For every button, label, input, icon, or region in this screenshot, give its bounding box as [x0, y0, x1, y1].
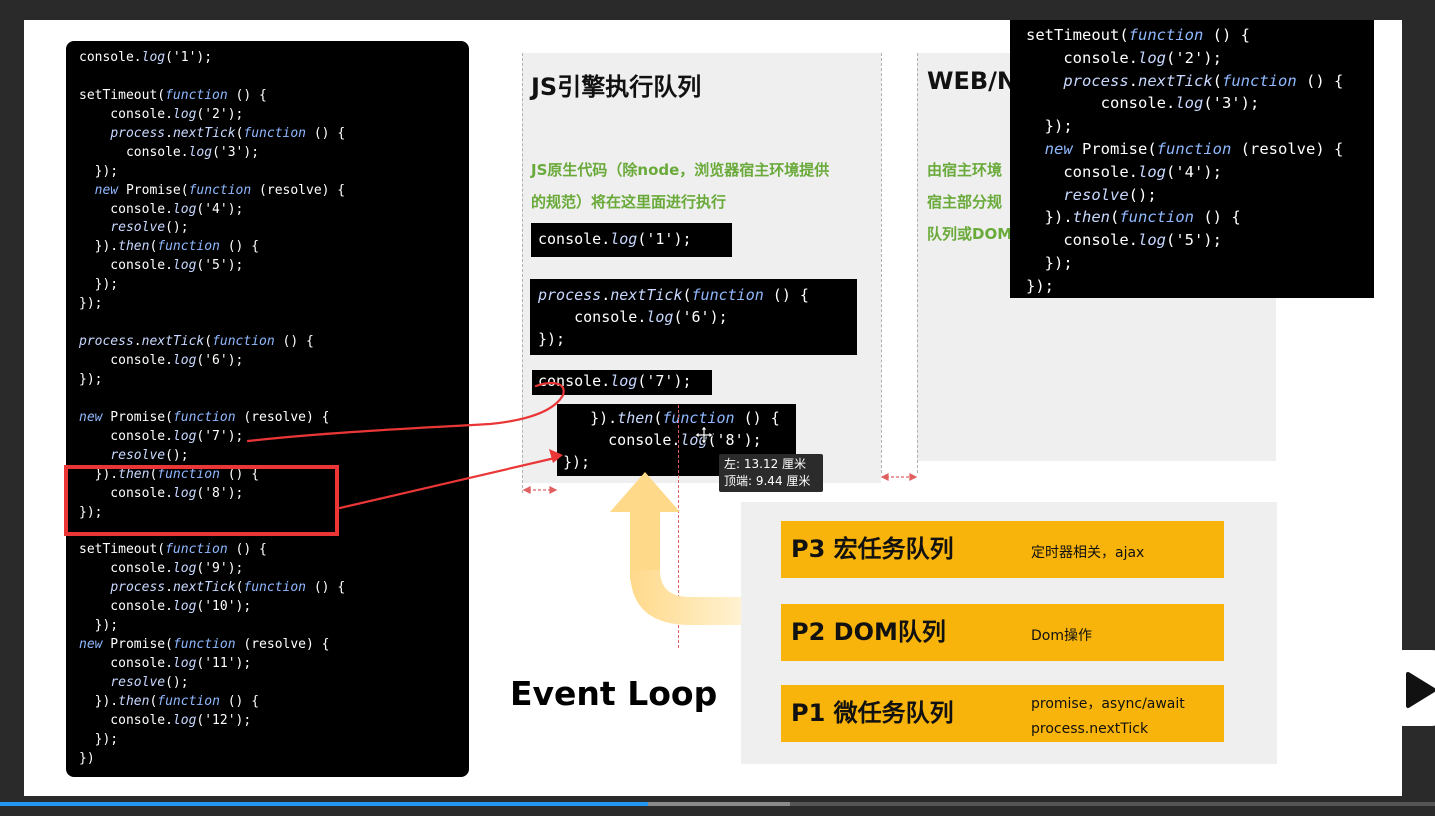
queue-name: P3 宏任务队列: [791, 535, 954, 563]
code-line: console.log('12');: [79, 712, 252, 728]
video-progress-bar[interactable]: [0, 802, 1435, 806]
code-line: });: [538, 330, 566, 348]
code-line: console.log('5');: [1026, 231, 1222, 250]
code-line: });: [1026, 117, 1073, 136]
column-divider: [522, 53, 523, 493]
queue-note: promise，async/await: [1031, 696, 1185, 712]
code-line: console.log('5');: [79, 258, 244, 274]
annotation-arrows: [246, 381, 565, 510]
code-line: console.log('8');: [563, 431, 762, 449]
code-line: resolve();: [110, 220, 189, 236]
js-engine-description: JS原生代码（除node，浏览器宿主环境提供 的规范）将在这里面进行执行: [531, 154, 876, 218]
code-line: setTimeout(function () {: [79, 87, 267, 103]
code-line: console.log('2');: [79, 106, 244, 122]
tooltip-top: 顶端: 9.44 厘米: [724, 474, 811, 488]
code-line: new Promise(function (resolve) {: [1044, 139, 1344, 158]
desc-line: JS原生代码（除node，浏览器宿主环境提供: [531, 161, 830, 179]
code-line: });: [79, 618, 119, 634]
code-line: }).then(function () {: [563, 409, 780, 427]
code-line: process.nextTick(function () {: [538, 286, 809, 304]
move-cursor-icon: [694, 425, 714, 445]
code-line: process.nextTick(function () {: [110, 580, 346, 596]
tooltip-left: 左: 13.12 厘米: [724, 457, 807, 471]
code-line: console.log('6');: [538, 308, 728, 326]
code-line: console.log('6');: [79, 353, 244, 368]
code-line: new Promise(function (resolve) {: [79, 409, 330, 425]
code-line: console.log('9');: [79, 561, 244, 577]
code-line: resolve();: [110, 447, 189, 463]
code-line: console.log('4');: [1026, 162, 1222, 181]
snippet-log-7[interactable]: console.log('7');: [532, 370, 712, 395]
code-line: });: [1026, 253, 1073, 272]
code-line: console.log('4');: [79, 201, 244, 217]
code-line: new Promise(function (resolve) {: [79, 637, 330, 653]
js-engine-title: JS引擎执行队列: [531, 73, 702, 101]
code-line: setTimeout(function () {: [1026, 26, 1250, 44]
loop-arrow-icon: [610, 472, 741, 625]
code-line: }).then(function () {: [79, 239, 260, 255]
play-icon: [1406, 672, 1435, 708]
queue-note: process.nextTick: [1031, 721, 1149, 737]
code-line: setTimeout(function () {: [79, 542, 267, 558]
queue-name: P2 DOM队列: [791, 618, 946, 646]
code-line: resolve();: [110, 674, 189, 690]
code-line: });: [79, 731, 119, 747]
desc-line: 宿主部分规: [927, 193, 1003, 211]
queue-name: P1 微任务队列: [791, 699, 954, 727]
column-divider: [881, 53, 882, 473]
code-line: console.log('11');: [79, 656, 252, 671]
desc-line: 队列或DOM: [927, 225, 1013, 243]
code-line: process.nextTick(function () {: [79, 334, 314, 350]
code-line: process.nextTick(function () {: [110, 125, 346, 141]
web-api-title: WEB/N: [927, 67, 1018, 95]
code-line: console.log('7');: [79, 428, 244, 444]
code-line: new Promise(function (resolve) {: [94, 182, 346, 198]
settimeout-code-overlay: setTimeout(function () { console.log('2'…: [1010, 20, 1374, 298]
microtask-queue: P1 微任务队列 promise，async/await process.nex…: [781, 685, 1224, 742]
queue-note: Dom操作: [1031, 628, 1092, 644]
code-line: });: [79, 296, 103, 312]
source-code-panel: console.log('1'); setTimeout(function ()…: [66, 41, 469, 777]
code-line: console.log('1');: [79, 50, 213, 65]
desc-line: 的规范）将在这里面进行执行: [531, 193, 727, 211]
code-line: console.log('10');: [79, 599, 252, 615]
snippet-nexttick-6[interactable]: process.nextTick(function () { console.l…: [530, 279, 857, 355]
code-line: console.log('2');: [1026, 48, 1222, 67]
code-line: console.log('3');: [1026, 94, 1260, 113]
snippet-log-1[interactable]: console.log('1');: [531, 223, 732, 257]
code-line: }): [79, 750, 95, 766]
macrotask-queue: P3 宏任务队列 定时器相关，ajax: [781, 521, 1224, 578]
code-line: });: [79, 277, 119, 293]
code-line: console.log('3');: [79, 144, 260, 160]
code-line: }).then(function () {: [1026, 208, 1241, 227]
position-tooltip: 左: 13.12 厘米 顶端: 9.44 厘米: [719, 454, 823, 492]
code-line: });: [1026, 276, 1054, 295]
web-api-description: 由宿主环境 宿主部分规 队列或DOM: [927, 154, 1017, 250]
code-line: resolve();: [1063, 185, 1157, 204]
highlight-box: [64, 465, 339, 536]
code-line: }).then(function () {: [79, 693, 260, 709]
code-line: process.nextTick(function () {: [1063, 71, 1344, 90]
queue-note: 定时器相关，ajax: [1031, 545, 1145, 561]
column-divider: [917, 53, 918, 473]
code-line: });: [79, 163, 119, 179]
played-bar: [0, 802, 649, 806]
event-loop-label: Event Loop: [510, 674, 718, 713]
code-line: console.log('1');: [538, 230, 692, 248]
desc-line: 由宿主环境: [927, 161, 1003, 179]
play-button[interactable]: [1376, 650, 1435, 726]
code-line: });: [79, 371, 103, 387]
dom-queue: P2 DOM队列 Dom操作: [781, 604, 1224, 661]
